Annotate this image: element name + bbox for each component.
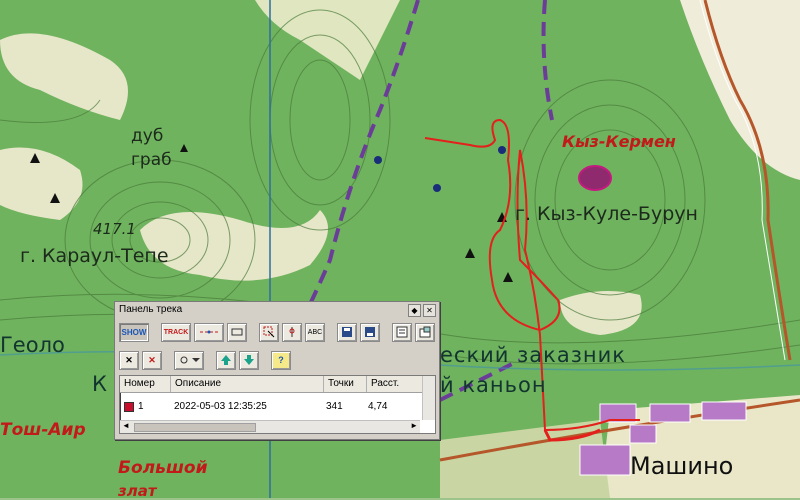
properties-icon[interactable] xyxy=(415,322,435,342)
track-list[interactable]: Номер Описание Точки Расст. 1 2022-05-03… xyxy=(119,375,436,434)
row-description: 2022-05-03 12:35:25 xyxy=(174,401,267,412)
delete-icon[interactable]: ✕ xyxy=(119,350,139,370)
column-points[interactable]: Точки xyxy=(324,376,367,392)
horizontal-scrollbar[interactable]: ◄ ► xyxy=(120,420,420,433)
row-number: 1 xyxy=(138,401,144,412)
map-label-zakaznik: еский заказник xyxy=(440,343,626,367)
list-icon[interactable] xyxy=(392,322,412,342)
vertical-scrollbar[interactable] xyxy=(422,376,435,420)
map-label-bolshoy-2: злат xyxy=(118,482,157,500)
map-label-k: К xyxy=(92,372,107,396)
row-distance: 4,74 xyxy=(368,401,388,412)
marker-tool-icon[interactable] xyxy=(282,322,302,342)
map-label-oak: дуб xyxy=(131,126,164,146)
panel-titlebar[interactable]: Панель трека ◆ ✕ xyxy=(115,302,439,317)
route-dropdown-icon[interactable] xyxy=(174,350,204,370)
move-up-icon[interactable] xyxy=(216,350,236,370)
track-record-button[interactable]: TRACK xyxy=(161,322,191,342)
label-tool-icon[interactable]: ABC xyxy=(305,322,325,342)
panel-toolbar-1: SHOW TRACK ABC xyxy=(119,321,435,343)
map-label-bolshoy: Большой xyxy=(118,458,208,478)
map-label-mashino: Машино xyxy=(630,452,734,480)
map-label-geolo: Геоло xyxy=(0,333,65,357)
save-icon[interactable] xyxy=(337,322,357,342)
track-color-swatch[interactable] xyxy=(124,401,134,412)
track-panel[interactable]: Панель трека ◆ ✕ SHOW TRACK ABC ✕ ✕ ? Но… xyxy=(114,301,440,440)
map-label-kanyon: й каньон xyxy=(440,373,547,397)
column-number[interactable]: Номер xyxy=(120,376,171,392)
save-all-icon[interactable] xyxy=(360,322,380,342)
map-label-kyz-kermen: Кыз-Кермен xyxy=(562,132,676,151)
pin-icon[interactable]: ◆ xyxy=(408,304,421,317)
map-label-karaul-tepe: г. Караул-Тепе xyxy=(20,245,169,267)
table-row[interactable]: 1 2022-05-03 12:35:25 341 4,74 xyxy=(120,399,435,414)
column-distance[interactable]: Расст. xyxy=(367,376,417,392)
scroll-thumb[interactable] xyxy=(134,423,256,432)
close-icon[interactable]: ✕ xyxy=(423,304,436,317)
map-label-hornbeam: граб xyxy=(131,150,172,170)
scroll-left-icon[interactable]: ◄ xyxy=(122,421,130,430)
track-list-header: Номер Описание Точки Расст. xyxy=(120,376,435,393)
delete-red-icon[interactable]: ✕ xyxy=(142,350,162,370)
row-number-cell: 1 xyxy=(120,399,170,414)
scroll-right-icon[interactable]: ► xyxy=(410,421,418,430)
move-down-icon[interactable] xyxy=(239,350,259,370)
row-points: 341 xyxy=(326,401,343,412)
map-label-kyz-kule-burun: г. Кыз-Куле-Бурун xyxy=(515,203,698,225)
select-tool-icon[interactable] xyxy=(259,322,279,342)
track-points-button[interactable] xyxy=(194,322,224,342)
panel-toolbar-2: ✕ ✕ ? xyxy=(119,349,291,371)
panel-title: Панель трека xyxy=(119,304,183,315)
cave-icon xyxy=(578,165,612,191)
map-label-tosh-air: Тош-Аир xyxy=(0,420,86,440)
split-track-button[interactable] xyxy=(227,322,247,342)
column-description[interactable]: Описание xyxy=(171,376,324,392)
show-track-button[interactable]: SHOW xyxy=(119,322,149,342)
map-label-elevation: 417.1 xyxy=(93,220,136,238)
help-icon[interactable]: ? xyxy=(271,350,291,370)
